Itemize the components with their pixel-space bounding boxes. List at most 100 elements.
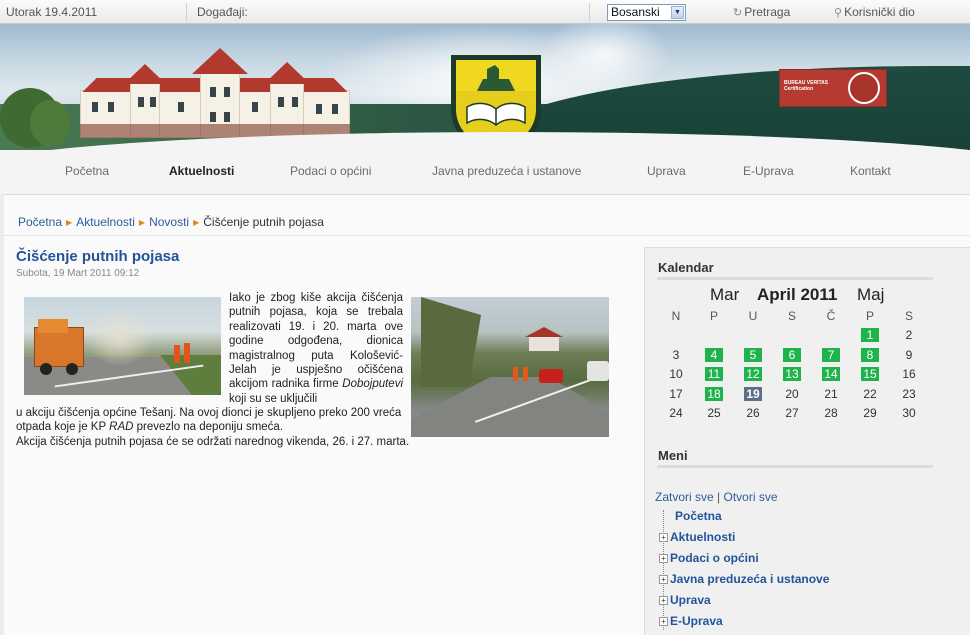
- calendar-day-event[interactable]: 5: [744, 347, 762, 362]
- link-separator: |: [717, 490, 721, 504]
- calendar-weekday: P: [709, 309, 718, 323]
- search-link[interactable]: ↻ Pretraga: [733, 0, 790, 24]
- calendar-weekday: Č: [826, 309, 836, 323]
- menu-item-label: Podaci o općini: [670, 551, 759, 565]
- calendar-day-event[interactable]: 6: [783, 347, 801, 362]
- calendar-day: 3: [672, 347, 680, 362]
- divider: [657, 465, 933, 468]
- calendar-weekday: N: [671, 309, 681, 323]
- calendar-day: 30: [902, 406, 916, 420]
- menu-title: Meni: [658, 448, 688, 463]
- calendar-day-event[interactable]: 13: [783, 367, 801, 381]
- company-name: RAD: [109, 421, 134, 434]
- open-all-link[interactable]: Otvori sve: [724, 490, 778, 504]
- expand-icon[interactable]: +: [659, 533, 668, 542]
- menu-item-label: E-Uprava: [670, 614, 723, 628]
- menu-item-label: Javna preduzeća i ustanove: [670, 572, 830, 586]
- nav-item-pocetna[interactable]: Početna: [65, 164, 109, 178]
- calendar-day-event[interactable]: 12: [744, 367, 762, 381]
- article-photo-road[interactable]: [411, 297, 609, 437]
- breadcrumb-link[interactable]: Aktuelnosti: [76, 215, 135, 229]
- events-label: Događaji:: [197, 5, 248, 19]
- calendar-day: 21: [824, 386, 838, 401]
- calendar-day: 2: [905, 328, 913, 342]
- calendar-prev-month[interactable]: Mar: [710, 285, 739, 305]
- content-panel: Početna ▶ Aktuelnosti ▶ Novosti ▶ Čišćenje put…: [4, 194, 970, 635]
- user-label: Korisnički dio: [844, 5, 915, 19]
- chevron-down-icon[interactable]: ▼: [671, 6, 684, 19]
- breadcrumb-current: Čišćenje putnih pojasa: [203, 215, 324, 229]
- hotel-building-image: [60, 42, 360, 140]
- expand-icon[interactable]: +: [659, 575, 668, 584]
- calendar-day-event[interactable]: 14: [822, 367, 840, 381]
- main-navigation: Početna Aktuelnosti Podaci o općini Javn…: [0, 150, 970, 194]
- calendar-day: 9: [905, 347, 913, 362]
- calendar-day: 25: [707, 406, 721, 420]
- header-banner: BUREAU VERITAS Certification: [0, 24, 970, 150]
- chevron-right-icon: ▶: [193, 218, 200, 227]
- article-photo-truck[interactable]: [24, 297, 221, 395]
- language-select[interactable]: Bosanski ▼: [607, 4, 686, 21]
- calendar-day-event[interactable]: 8: [861, 347, 879, 362]
- calendar-day-event[interactable]: 4: [705, 347, 723, 362]
- calendar-weekday: U: [748, 309, 758, 323]
- nav-item-kontakt[interactable]: Kontakt: [850, 164, 891, 178]
- certification-badge: BUREAU VERITAS Certification: [779, 69, 887, 107]
- chevron-right-icon: ▶: [138, 218, 146, 227]
- menu-item-label: Aktuelnosti: [670, 530, 736, 544]
- user-area-link[interactable]: ⚲ Korisnički dio: [834, 0, 915, 24]
- calendar-day: 28: [824, 406, 838, 420]
- calendar-day: 26: [746, 406, 760, 420]
- calendar-day: 17: [669, 386, 683, 401]
- expand-icon[interactable]: +: [659, 596, 668, 605]
- expand-icon[interactable]: +: [659, 617, 668, 626]
- top-bar: Utorak 19.4.2011 Događaji: Bosanski ▼ ↻ P…: [0, 0, 970, 24]
- search-icon: ↻: [733, 7, 743, 19]
- company-name: Dobojputevi: [342, 378, 403, 391]
- calendar-weekday: S: [787, 309, 796, 323]
- calendar-next-month[interactable]: Maj: [857, 285, 884, 305]
- breadcrumb: Početna ▶ Aktuelnosti ▶ Novosti ▶ Čišćenje put…: [18, 215, 324, 229]
- menu-item-e-uprava[interactable]: + E-Uprava: [659, 614, 723, 628]
- user-icon: ⚲: [834, 7, 843, 19]
- calendar-day: 22: [863, 386, 877, 401]
- menu-toggle-links: Zatvori sve | Otvori sve: [655, 490, 778, 504]
- calendar-day-today[interactable]: 19: [744, 386, 762, 401]
- close-all-link[interactable]: Zatvori sve: [655, 490, 714, 504]
- top-bar-divider: [186, 3, 187, 21]
- menu-item-uprava[interactable]: + Uprava: [659, 593, 711, 607]
- menu-item-label: Uprava: [670, 593, 711, 607]
- menu-item-javna-preduzeca[interactable]: + Javna preduzeća i ustanove: [659, 572, 829, 586]
- breadcrumb-link[interactable]: Početna: [18, 215, 62, 229]
- nav-item-uprava[interactable]: Uprava: [647, 164, 686, 178]
- breadcrumb-link[interactable]: Novosti: [149, 215, 189, 229]
- calendar-day: 24: [669, 406, 683, 420]
- nav-item-javna-preduzeca[interactable]: Javna preduzeća i ustanove: [432, 164, 581, 178]
- nav-item-aktuelnosti[interactable]: Aktuelnosti: [169, 164, 234, 178]
- article-paragraph: Iako je zbog kiše akcija čišćenja putnih…: [229, 292, 403, 405]
- calendar-weekday: S: [904, 309, 913, 323]
- search-label: Pretraga: [744, 5, 791, 19]
- article-date: Subota, 19 Mart 2011 09:12: [16, 268, 140, 279]
- calendar-day-event[interactable]: 11: [705, 367, 723, 381]
- calendar-title: Kalendar: [658, 260, 714, 275]
- article-title[interactable]: Čišćenje putnih pojasa: [16, 248, 179, 265]
- tree-guide-line: [663, 510, 664, 630]
- nav-item-e-uprava[interactable]: E-Uprava: [743, 164, 794, 178]
- calendar-weekday: P: [865, 309, 874, 323]
- sidebar: Kalendar Mar April 2011 Maj NPUSČPS12345…: [644, 247, 970, 635]
- calendar-day-event[interactable]: 7: [822, 347, 840, 362]
- calendar-day: 10: [669, 367, 683, 381]
- calendar-day: 16: [902, 367, 916, 381]
- calendar-day-event[interactable]: 15: [861, 367, 879, 381]
- expand-icon[interactable]: +: [659, 554, 668, 563]
- nav-item-podaci-o-opcini[interactable]: Podaci o općini: [290, 164, 371, 178]
- calendar-day: 27: [785, 406, 799, 420]
- menu-item-pocetna[interactable]: Početna: [675, 509, 722, 523]
- menu-item-podaci-o-opcini[interactable]: + Podaci o općini: [659, 551, 759, 565]
- divider: [657, 277, 933, 280]
- calendar-current-month: April 2011: [757, 285, 838, 304]
- menu-item-aktuelnosti[interactable]: + Aktuelnosti: [659, 530, 735, 544]
- calendar-day-event[interactable]: 1: [861, 328, 879, 342]
- calendar-day-event[interactable]: 18: [705, 386, 723, 401]
